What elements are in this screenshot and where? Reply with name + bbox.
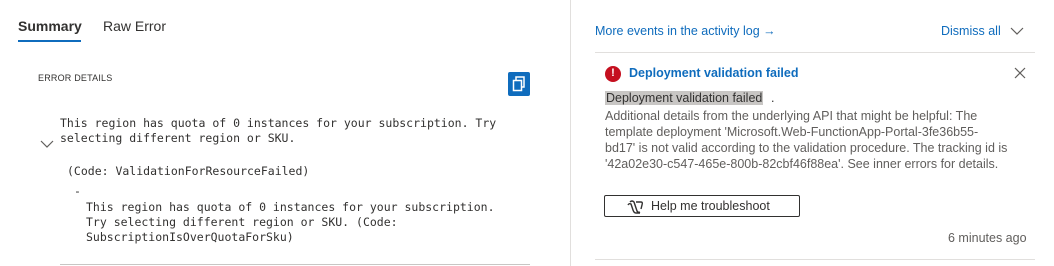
tab-summary[interactable]: Summary	[18, 18, 82, 34]
copy-button[interactable]	[508, 72, 530, 96]
pane-divider	[570, 0, 571, 266]
help-me-troubleshoot-button[interactable]: Help me troubleshoot	[604, 195, 800, 217]
error-message-line: This region has quota of 0 instances for…	[60, 116, 497, 130]
notification-description-line: Additional details from the underlying A…	[605, 109, 978, 123]
error-details-label: ERROR DETAILS	[38, 73, 113, 83]
inner-error-line: This region has quota of 0 instances for…	[86, 200, 495, 214]
chevron-down-icon[interactable]	[40, 139, 54, 149]
divider	[595, 259, 1035, 260]
close-icon[interactable]	[1014, 67, 1026, 79]
error-details-pane: Summary Raw Error ERROR DETAILS This reg…	[0, 0, 570, 266]
notification-description-line: '42a02e30-c547-465e-800b-82cbf46f88ea'. …	[605, 157, 999, 171]
dismiss-all-button[interactable]: Dismiss all	[941, 24, 1001, 38]
chevron-down-icon[interactable]	[1009, 25, 1025, 37]
error-icon: !	[605, 66, 621, 82]
notification-description-line: template deployment 'Microsoft.Web-Funct…	[605, 125, 979, 139]
tab-raw-error[interactable]: Raw Error	[103, 18, 166, 34]
notification-title[interactable]: Deployment validation failed	[629, 66, 798, 80]
inner-error-line: Try selecting different region or SKU. (…	[86, 215, 398, 229]
copy-icon	[512, 76, 525, 92]
error-code: (Code: ValidationForResourceFailed)	[67, 164, 310, 178]
section-divider	[60, 264, 530, 265]
error-message-line: selecting different region or SKU.	[60, 131, 296, 145]
inner-error-bullet: -	[74, 184, 81, 198]
help-button-label: Help me troubleshoot	[651, 199, 770, 213]
notification-message-highlighted: Deployment validation failed	[605, 91, 764, 105]
notification-message-tail: .	[771, 91, 775, 105]
more-events-link[interactable]: More events in the activity log →	[595, 24, 776, 38]
inner-error-line: SubscriptionIsOverQuotaForSku)	[86, 230, 294, 244]
notification-description-line: bd17' is not valid according to the vali…	[605, 141, 1008, 155]
copilot-icon	[627, 200, 644, 214]
notification-timestamp: 6 minutes ago	[948, 231, 1027, 245]
tab-summary-underline	[18, 40, 81, 42]
notifications-pane: More events in the activity log → Dismis…	[576, 0, 1054, 266]
divider	[595, 52, 1035, 53]
